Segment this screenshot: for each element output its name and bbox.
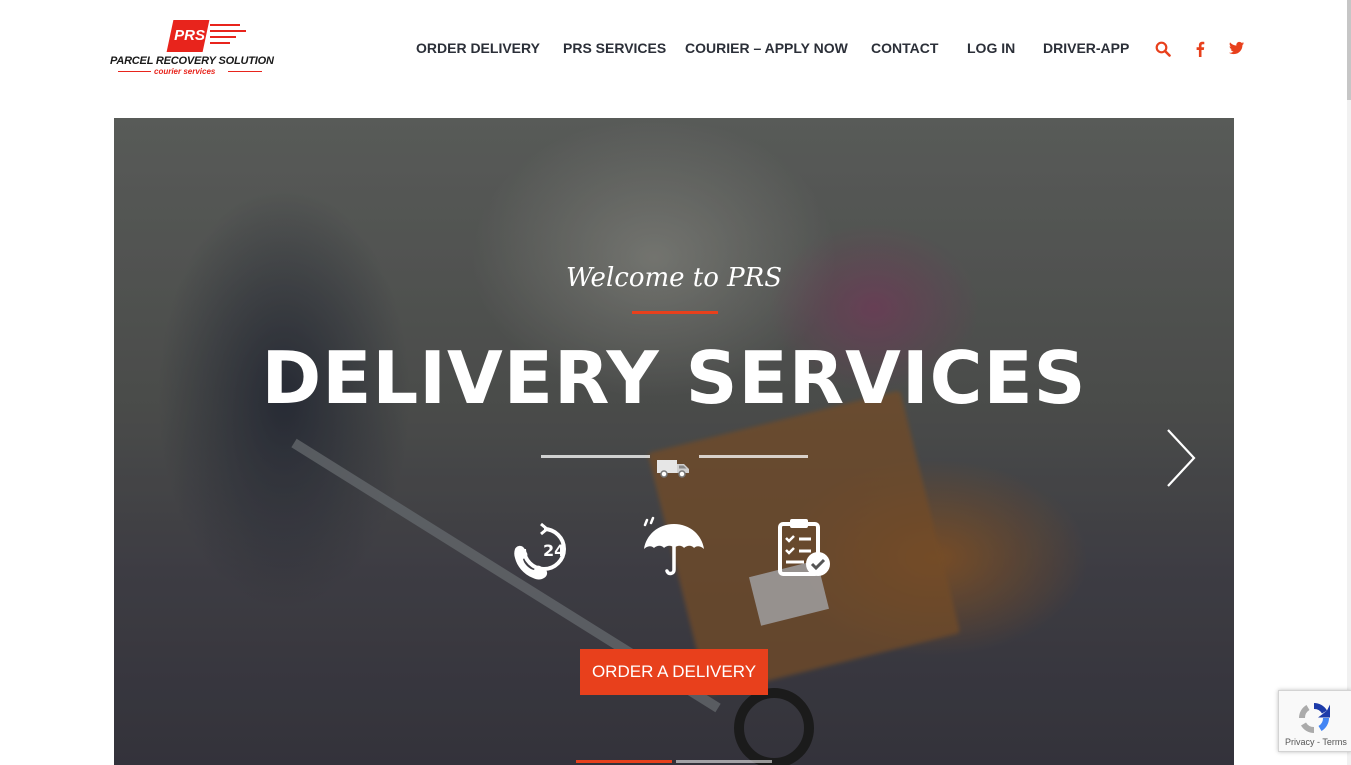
hero-kicker: Welcome to PRS: [565, 263, 783, 293]
slider-pagination: [576, 760, 772, 765]
page-scrollbar[interactable]: [1347, 0, 1351, 765]
facebook-icon[interactable]: [1195, 41, 1213, 59]
logo-rule-right: [228, 71, 262, 72]
recaptcha-footer[interactable]: Privacy - Terms: [1285, 737, 1347, 747]
page-scrollbar-thumb[interactable]: [1347, 0, 1351, 100]
logo-rule-left: [118, 71, 151, 72]
logo-tagline: courier services: [154, 67, 216, 76]
umbrella-icon: [640, 516, 706, 582]
slider-dot-1[interactable]: [576, 760, 672, 763]
clipboard-check-icon: [772, 516, 838, 582]
hero-headline: DELIVERY SERVICES: [261, 336, 1087, 420]
hero-slider: Welcome to PRS DELIVERY SERVICES 24 ORDE…: [114, 118, 1234, 765]
order-delivery-button[interactable]: ORDER A DELIVERY: [580, 649, 768, 695]
recaptcha-badge[interactable]: Privacy - Terms: [1278, 690, 1351, 752]
nav-contact[interactable]: CONTACT: [871, 40, 938, 56]
divider-right: [699, 455, 808, 458]
search-icon[interactable]: [1155, 41, 1173, 59]
site-header: PRS PARCEL RECOVERY SOLUTION courier ser…: [0, 0, 1351, 118]
nav-log-in[interactable]: LOG IN: [967, 40, 1015, 56]
nav-order-delivery[interactable]: ORDER DELIVERY: [416, 40, 540, 56]
main-nav: ORDER DELIVERY PRS SERVICES COURIER – AP…: [0, 40, 1351, 60]
nav-prs-services[interactable]: PRS SERVICES: [563, 40, 666, 56]
slider-next-arrow-icon[interactable]: [1164, 428, 1198, 488]
hero-kicker-rule: [632, 311, 718, 314]
recaptcha-icon: [1295, 699, 1333, 737]
phone-24-icon: 24: [510, 516, 576, 582]
divider-left: [541, 455, 650, 458]
nav-courier-apply[interactable]: COURIER – APPLY NOW: [685, 40, 848, 56]
delivery-van-icon: [655, 456, 691, 480]
slider-dot-2[interactable]: [676, 760, 772, 763]
twitter-icon[interactable]: [1229, 41, 1247, 59]
nav-driver-app[interactable]: DRIVER-APP: [1043, 40, 1129, 56]
svg-text:24: 24: [543, 541, 565, 560]
